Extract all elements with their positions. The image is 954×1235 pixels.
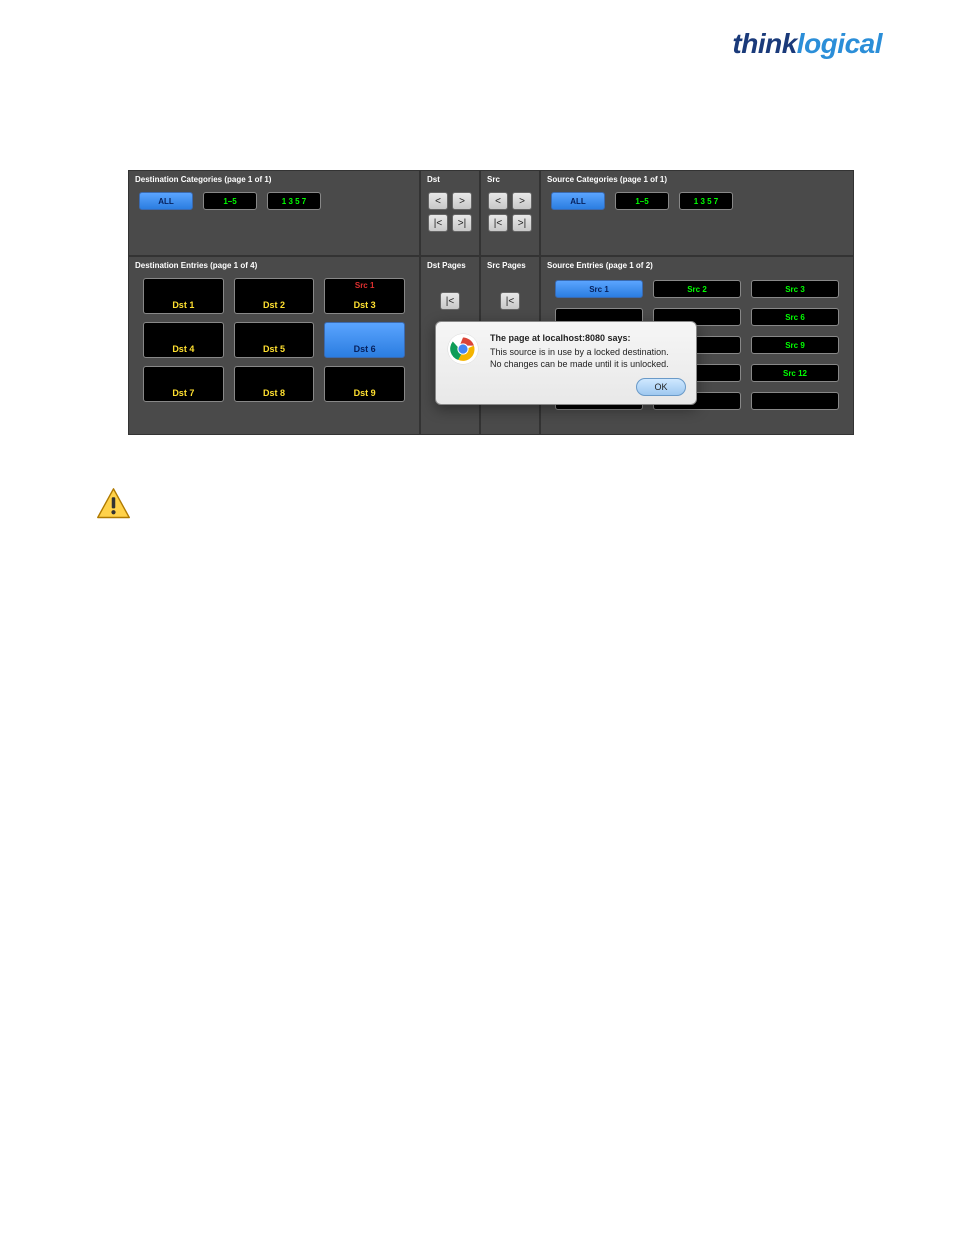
dst-label: Dst 2 <box>263 300 285 310</box>
src-entry-6[interactable]: Src 6 <box>751 308 839 326</box>
src-next-button[interactable]: > <box>512 192 532 210</box>
dst-entry-9[interactable]: Dst 9 <box>324 366 405 402</box>
ok-button[interactable]: OK <box>636 378 686 396</box>
panel-title: Dst <box>427 175 473 184</box>
src-last-button[interactable]: >| <box>512 214 532 232</box>
dialog-line-2: No changes can be made until it is unloc… <box>490 358 669 370</box>
src-entry-1[interactable]: Src 1 <box>555 280 643 298</box>
dst-next-button[interactable]: > <box>452 192 472 210</box>
dst-first-button[interactable]: |< <box>428 214 448 232</box>
panel-title: Src <box>487 175 533 184</box>
src-tag: Src 1 <box>325 281 404 290</box>
dst-entry-8[interactable]: Dst 8 <box>234 366 315 402</box>
src-first-button[interactable]: |< <box>488 214 508 232</box>
dst-label: Dst 9 <box>354 388 376 398</box>
dst-entry-1[interactable]: Dst 1 <box>143 278 224 314</box>
dst-label: Dst 4 <box>172 344 194 354</box>
dest-cat-range-button[interactable]: 1–5 <box>203 192 257 210</box>
dialog-header: The page at localhost:8080 says: <box>490 332 669 344</box>
dst-label: Dst 1 <box>172 300 194 310</box>
dst-entry-3[interactable]: Src 1 Dst 3 <box>324 278 405 314</box>
warning-icon <box>96 486 131 521</box>
src-entry-2[interactable]: Src 2 <box>653 280 741 298</box>
src-entry-3[interactable]: Src 3 <box>751 280 839 298</box>
destination-entries-panel: Destination Entries (page 1 of 4) Dst 1 … <box>129 257 421 434</box>
dst-label: Dst 7 <box>172 388 194 398</box>
src-entry-15[interactable] <box>751 392 839 410</box>
brand-logo: thinklogical <box>732 28 882 60</box>
panel-title: Dst Pages <box>427 261 473 270</box>
chrome-icon <box>446 332 480 366</box>
dst-entry-2[interactable]: Dst 2 <box>234 278 315 314</box>
src-prev-button[interactable]: < <box>488 192 508 210</box>
src-entry-12[interactable]: Src 12 <box>751 364 839 382</box>
panel-title: Destination Categories (page 1 of 1) <box>135 175 413 184</box>
dst-label: Dst 6 <box>354 344 376 354</box>
alert-dialog: The page at localhost:8080 says: This so… <box>435 321 697 405</box>
src-pages-first-button[interactable]: |< <box>500 292 520 310</box>
src-cat-odd-button[interactable]: 1 3 5 7 <box>679 192 733 210</box>
dst-prev-button[interactable]: < <box>428 192 448 210</box>
dst-label: Dst 8 <box>263 388 285 398</box>
dst-last-button[interactable]: >| <box>452 214 472 232</box>
src-nav-panel: Src < > |< >| <box>481 171 541 255</box>
source-categories-panel: Source Categories (page 1 of 1) ALL 1–5 … <box>541 171 853 255</box>
dialog-line-1: This source is in use by a locked destin… <box>490 346 669 358</box>
app-window: Destination Categories (page 1 of 1) ALL… <box>128 170 854 435</box>
dst-entry-5[interactable]: Dst 5 <box>234 322 315 358</box>
panel-title: Source Categories (page 1 of 1) <box>547 175 847 184</box>
src-cat-range-button[interactable]: 1–5 <box>615 192 669 210</box>
dst-entry-4[interactable]: Dst 4 <box>143 322 224 358</box>
dst-label: Dst 5 <box>263 344 285 354</box>
destination-categories-panel: Destination Categories (page 1 of 1) ALL… <box>129 171 421 255</box>
panel-title: Source Entries (page 1 of 2) <box>547 261 847 270</box>
panel-title: Destination Entries (page 1 of 4) <box>135 261 413 270</box>
dst-entry-6[interactable]: Dst 6 <box>324 322 405 358</box>
dialog-text: The page at localhost:8080 says: This so… <box>490 332 669 370</box>
dst-nav-panel: Dst < > |< >| <box>421 171 481 255</box>
panel-title: Src Pages <box>487 261 533 270</box>
logo-part-2: logical <box>797 28 882 59</box>
dest-cat-odd-button[interactable]: 1 3 5 7 <box>267 192 321 210</box>
dest-cat-all-button[interactable]: ALL <box>139 192 193 210</box>
src-cat-all-button[interactable]: ALL <box>551 192 605 210</box>
dst-label: Dst 3 <box>354 300 376 310</box>
dst-pages-first-button[interactable]: |< <box>440 292 460 310</box>
logo-part-1: think <box>732 28 796 59</box>
src-entry-9[interactable]: Src 9 <box>751 336 839 354</box>
dst-entry-7[interactable]: Dst 7 <box>143 366 224 402</box>
top-row: Destination Categories (page 1 of 1) ALL… <box>129 171 853 257</box>
